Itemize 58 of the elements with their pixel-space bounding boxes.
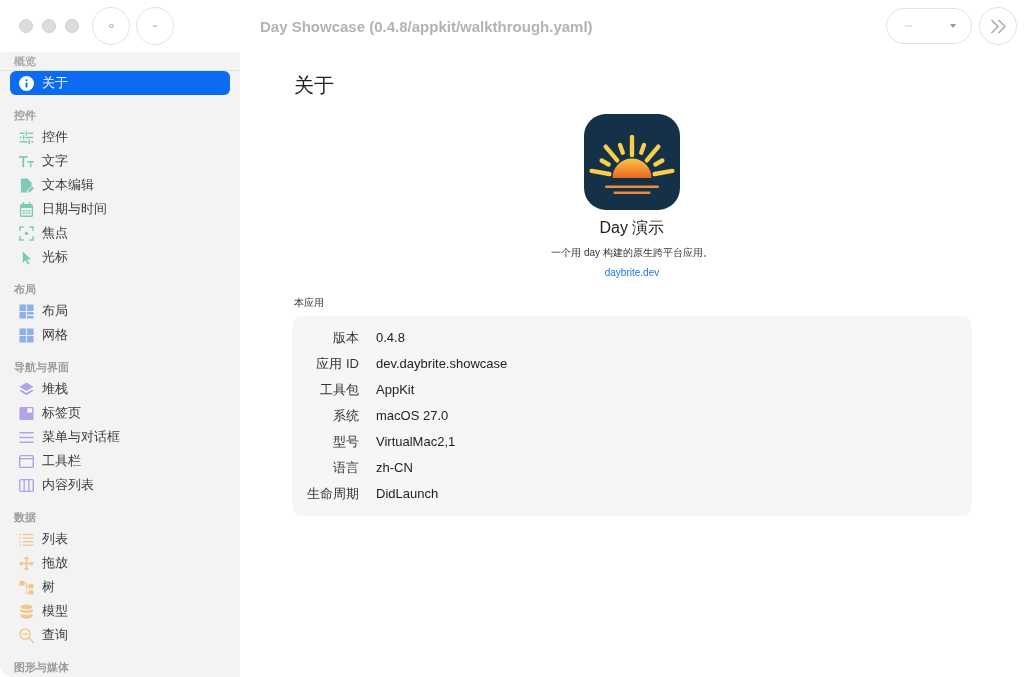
page-title: 关于 xyxy=(293,73,334,98)
caret-icon xyxy=(950,24,956,28)
sidebar-item[interactable]: 光标 xyxy=(10,245,230,269)
info-label: 工具包 xyxy=(320,382,359,397)
sidebar-item[interactable]: 控件 xyxy=(10,125,230,149)
info-value: AppKit xyxy=(376,382,415,397)
info-value: DidLaunch xyxy=(376,486,439,501)
sidebar-item[interactable]: 布局 xyxy=(10,299,230,323)
sidebar-item[interactable]: 堆栈 xyxy=(10,377,230,401)
popup-button[interactable] xyxy=(886,8,972,44)
info-label: 型号 xyxy=(333,434,359,449)
sidebar-item[interactable]: 文本编辑 xyxy=(10,173,230,197)
sidebar-item[interactable]: 拖放 xyxy=(10,551,230,575)
app-name: Day 演示 xyxy=(599,218,665,238)
sidebar-item[interactable]: 模型 xyxy=(10,599,230,623)
sidebar-item[interactable]: 标签页 xyxy=(10,401,230,425)
sidebar-item[interactable]: 日期与时间 xyxy=(10,197,230,221)
info-value: macOS 27.0 xyxy=(376,408,449,423)
app-icon xyxy=(584,114,680,210)
info-label: 生命周期 xyxy=(307,486,359,501)
sidebar-item[interactable]: 内容列表 xyxy=(10,473,230,497)
website-link[interactable]: daybrite.dev xyxy=(604,266,660,280)
info-label: 系统 xyxy=(333,408,359,423)
sidebar-item[interactable]: 文字 xyxy=(10,149,230,173)
sidebar-item[interactable]: 工具栏 xyxy=(10,449,230,473)
info-value: zh-CN xyxy=(376,460,413,475)
info-label: 版本 xyxy=(333,330,359,345)
sidebar-item[interactable]: 焦点 xyxy=(10,221,230,245)
sidebar-item[interactable]: 列表 xyxy=(10,527,230,551)
close-button[interactable] xyxy=(19,19,33,33)
info-label: 应用 ID xyxy=(316,356,359,371)
info-value: dev.daybrite.showcase xyxy=(376,356,508,371)
minimize-button[interactable] xyxy=(42,19,56,33)
sidebar-section-header: 数据 xyxy=(14,511,36,523)
sidebar-item[interactable]: 网格 xyxy=(10,323,230,347)
sidebar-section-header: 概览 xyxy=(14,55,36,67)
sidebar-item[interactable]: 查询 xyxy=(10,623,230,647)
sidebar-item[interactable]: 菜单与对话框 xyxy=(10,425,230,449)
sidebar-section-header: 图形与媒体 xyxy=(14,661,69,673)
info-value: VirtualMac2,1 xyxy=(376,434,456,449)
info-label: 语言 xyxy=(333,460,359,475)
toolbar-overflow-button[interactable] xyxy=(979,7,1017,45)
info-icon xyxy=(19,75,34,91)
window-title: Day Showcase (0.4.8/appkit/walkthrough.yaml) xyxy=(260,17,593,35)
sidebar-section-header: 布局 xyxy=(14,283,36,295)
sidebar-section-header: 控件 xyxy=(14,109,36,121)
toolbar-button[interactable] xyxy=(92,7,130,45)
app-description: 一个用 day 构建的原生跨平台应用。 xyxy=(551,246,713,260)
sidebar-section-header: 导航与界面 xyxy=(14,361,69,373)
dot-icon xyxy=(108,24,114,28)
toolbar-button[interactable] xyxy=(136,7,174,45)
section-label: 本应用 xyxy=(293,296,324,310)
dash-icon xyxy=(153,25,157,27)
zoom-button[interactable] xyxy=(65,19,79,33)
info-value: 0.4.8 xyxy=(376,330,405,345)
sidebar-item[interactable]: 树 xyxy=(10,575,230,599)
sidebar-item[interactable]: 关于 xyxy=(10,71,230,95)
double-chevron-icon xyxy=(989,18,1007,34)
